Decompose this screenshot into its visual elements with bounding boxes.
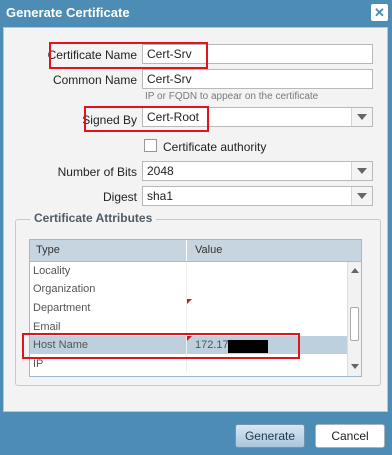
digest-select[interactable]: sha1: [142, 186, 373, 206]
chevron-down-icon[interactable]: [351, 187, 372, 205]
number-of-bits-value: 2048: [147, 164, 174, 178]
grid-header: Type Value: [30, 240, 361, 262]
digest-label: Digest: [102, 190, 137, 204]
column-header-type[interactable]: Type: [30, 240, 187, 261]
scroll-thumb[interactable]: [350, 307, 359, 341]
scroll-down-icon[interactable]: [351, 364, 359, 369]
digest-value: sha1: [147, 189, 174, 203]
chevron-down-icon[interactable]: [351, 162, 372, 180]
certificate-name-highlight: [49, 42, 208, 69]
dialog-titlebar: Generate Certificate ✕: [0, 0, 392, 25]
certificate-attributes-legend: Certificate Attributes: [30, 211, 157, 225]
cell-type: Department: [33, 302, 91, 314]
column-header-value[interactable]: Value: [187, 240, 347, 261]
cell-separator: [186, 280, 187, 298]
number-of-bits-label: Number of Bits: [57, 165, 137, 179]
column-header-filler: [347, 240, 361, 261]
dirty-marker-icon: [187, 299, 192, 304]
certificate-authority-label: Certificate authority: [163, 140, 267, 154]
table-row[interactable]: Department: [30, 299, 347, 317]
certificate-authority-checkbox[interactable]: [144, 139, 157, 152]
host-name-highlight: [22, 333, 300, 359]
close-icon[interactable]: ✕: [371, 4, 388, 21]
generate-certificate-dialog: Generate Certificate ✕ Certificate Name …: [0, 0, 392, 455]
common-name-label: Common Name: [52, 73, 137, 87]
common-name-hint: IP or FQDN to appear on the certificate: [145, 91, 319, 102]
table-row[interactable]: Organization: [30, 280, 347, 298]
table-row[interactable]: Locality: [30, 262, 347, 280]
cancel-button[interactable]: Cancel: [315, 424, 385, 448]
dialog-title: Generate Certificate: [6, 5, 130, 20]
cell-type: Locality: [33, 265, 71, 277]
common-name-input[interactable]: Cert-Srv: [142, 69, 373, 89]
number-of-bits-select[interactable]: 2048: [142, 161, 373, 181]
scroll-up-icon[interactable]: [351, 268, 359, 273]
cell-type: Organization: [33, 283, 96, 295]
generate-button[interactable]: Generate: [235, 424, 305, 448]
chevron-down-icon[interactable]: [351, 108, 372, 126]
grid-scrollbar[interactable]: [347, 262, 361, 376]
cell-separator: [186, 262, 187, 280]
signed-by-highlight: [84, 106, 209, 132]
